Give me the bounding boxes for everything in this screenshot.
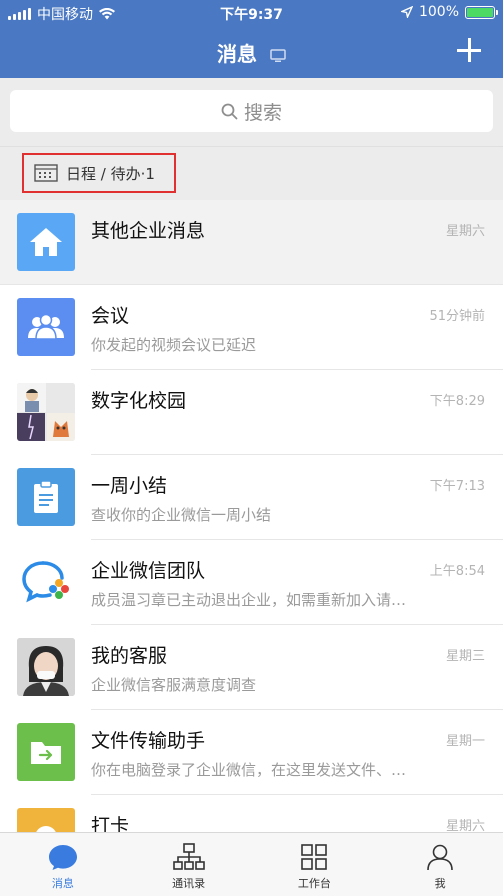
org-chart-icon xyxy=(172,843,205,870)
home-icon xyxy=(17,213,75,271)
message-time: 星期六 xyxy=(445,819,485,832)
schedule-label: 日程 / 待办·1 xyxy=(66,164,155,183)
list-item[interactable]: 打卡 星期六 xyxy=(0,795,503,832)
add-button[interactable] xyxy=(457,38,481,62)
message-time: 51分钟前 xyxy=(429,309,485,324)
message-preview: 你发起的视频会议已延迟 xyxy=(91,336,257,354)
search-icon xyxy=(221,103,238,119)
list-item[interactable]: 其他企业消息 星期六 xyxy=(0,200,503,285)
list-item[interactable]: 文件传输助手 你在电脑登录了企业微信，在这里发送文件、… 星期一 xyxy=(0,710,503,795)
tab-me[interactable]: 我 xyxy=(377,833,503,896)
message-title: 一周小结 xyxy=(91,475,168,497)
tab-messages[interactable]: 消息 xyxy=(0,833,126,896)
group-photo-icon xyxy=(17,383,75,441)
grid-icon xyxy=(301,844,328,870)
calendar-icon xyxy=(34,164,58,182)
message-preview: 你在电脑登录了企业微信，在这里发送文件、… xyxy=(91,761,407,779)
message-title: 打卡 xyxy=(91,815,130,832)
folder-icon xyxy=(17,723,75,781)
support-person-icon xyxy=(17,638,75,696)
battery-icon xyxy=(465,5,498,19)
list-item[interactable]: 企业微信团队 成员温习章已主动退出企业，如需重新加入请… 上午8:54 xyxy=(0,540,503,625)
message-preview: 企业微信客服满意度调查 xyxy=(91,676,257,694)
message-preview: 查收你的企业微信一周小结 xyxy=(91,506,272,524)
tab-label: 通讯录 xyxy=(172,877,206,890)
schedule-bar: 日程 / 待办·1 xyxy=(0,146,503,201)
message-title: 企业微信团队 xyxy=(91,560,206,582)
page-title-wrap: 消息 xyxy=(0,38,503,67)
message-title: 我的客服 xyxy=(91,645,168,667)
schedule-entry[interactable]: 日程 / 待办·1 xyxy=(22,153,176,193)
message-title: 其他企业消息 xyxy=(91,220,206,242)
desktop-icon xyxy=(270,48,286,62)
list-item[interactable]: 我的客服 企业微信客服满意度调查 星期三 xyxy=(0,625,503,710)
chat-bubble-icon xyxy=(48,845,77,870)
top-bar: 中国移动 下午9:37 100% 消息 xyxy=(0,0,503,78)
status-bar: 中国移动 下午9:37 100% xyxy=(0,0,503,26)
person-icon xyxy=(427,844,453,871)
tab-workbench[interactable]: 工作台 xyxy=(252,833,378,896)
message-list: 其他企业消息 星期六 会议 你发起的视频会议已延迟 51分钟前 数字化校园 下午… xyxy=(0,200,503,832)
list-item[interactable]: 一周小结 查收你的企业微信一周小结 下午7:13 xyxy=(0,455,503,540)
location-arrow-icon xyxy=(400,6,413,18)
message-time: 上午8:54 xyxy=(429,564,485,579)
message-title: 数字化校园 xyxy=(91,390,187,412)
message-time: 星期三 xyxy=(445,649,485,664)
wecom-logo-icon xyxy=(17,553,75,611)
tab-label: 消息 xyxy=(51,877,74,890)
battery-percent: 100% xyxy=(418,4,459,20)
checkin-icon xyxy=(17,808,75,832)
list-item[interactable]: 会议 你发起的视频会议已延迟 51分钟前 xyxy=(0,285,503,370)
people-icon xyxy=(17,298,75,356)
tab-label: 我 xyxy=(434,877,446,890)
search-placeholder: 搜索 xyxy=(243,101,282,124)
message-time: 下午7:13 xyxy=(429,479,485,494)
message-time: 下午8:29 xyxy=(429,394,485,409)
message-preview: 成员温习章已主动退出企业，如需重新加入请… xyxy=(91,591,407,609)
tab-contacts[interactable]: 通讯录 xyxy=(126,833,252,896)
message-title: 会议 xyxy=(91,305,130,327)
search-area: 搜索 xyxy=(0,78,503,146)
clipboard-icon xyxy=(17,468,75,526)
tab-bar: 消息 通讯录 工作台 我 xyxy=(0,832,503,896)
tab-label: 工作台 xyxy=(297,877,331,890)
list-item[interactable]: 数字化校园 下午8:29 xyxy=(0,370,503,455)
message-time: 星期六 xyxy=(445,224,485,239)
message-title: 文件传输助手 xyxy=(91,730,206,752)
page-title: 消息 xyxy=(217,42,258,66)
search-input[interactable]: 搜索 xyxy=(10,90,493,132)
message-time: 星期一 xyxy=(445,734,485,749)
